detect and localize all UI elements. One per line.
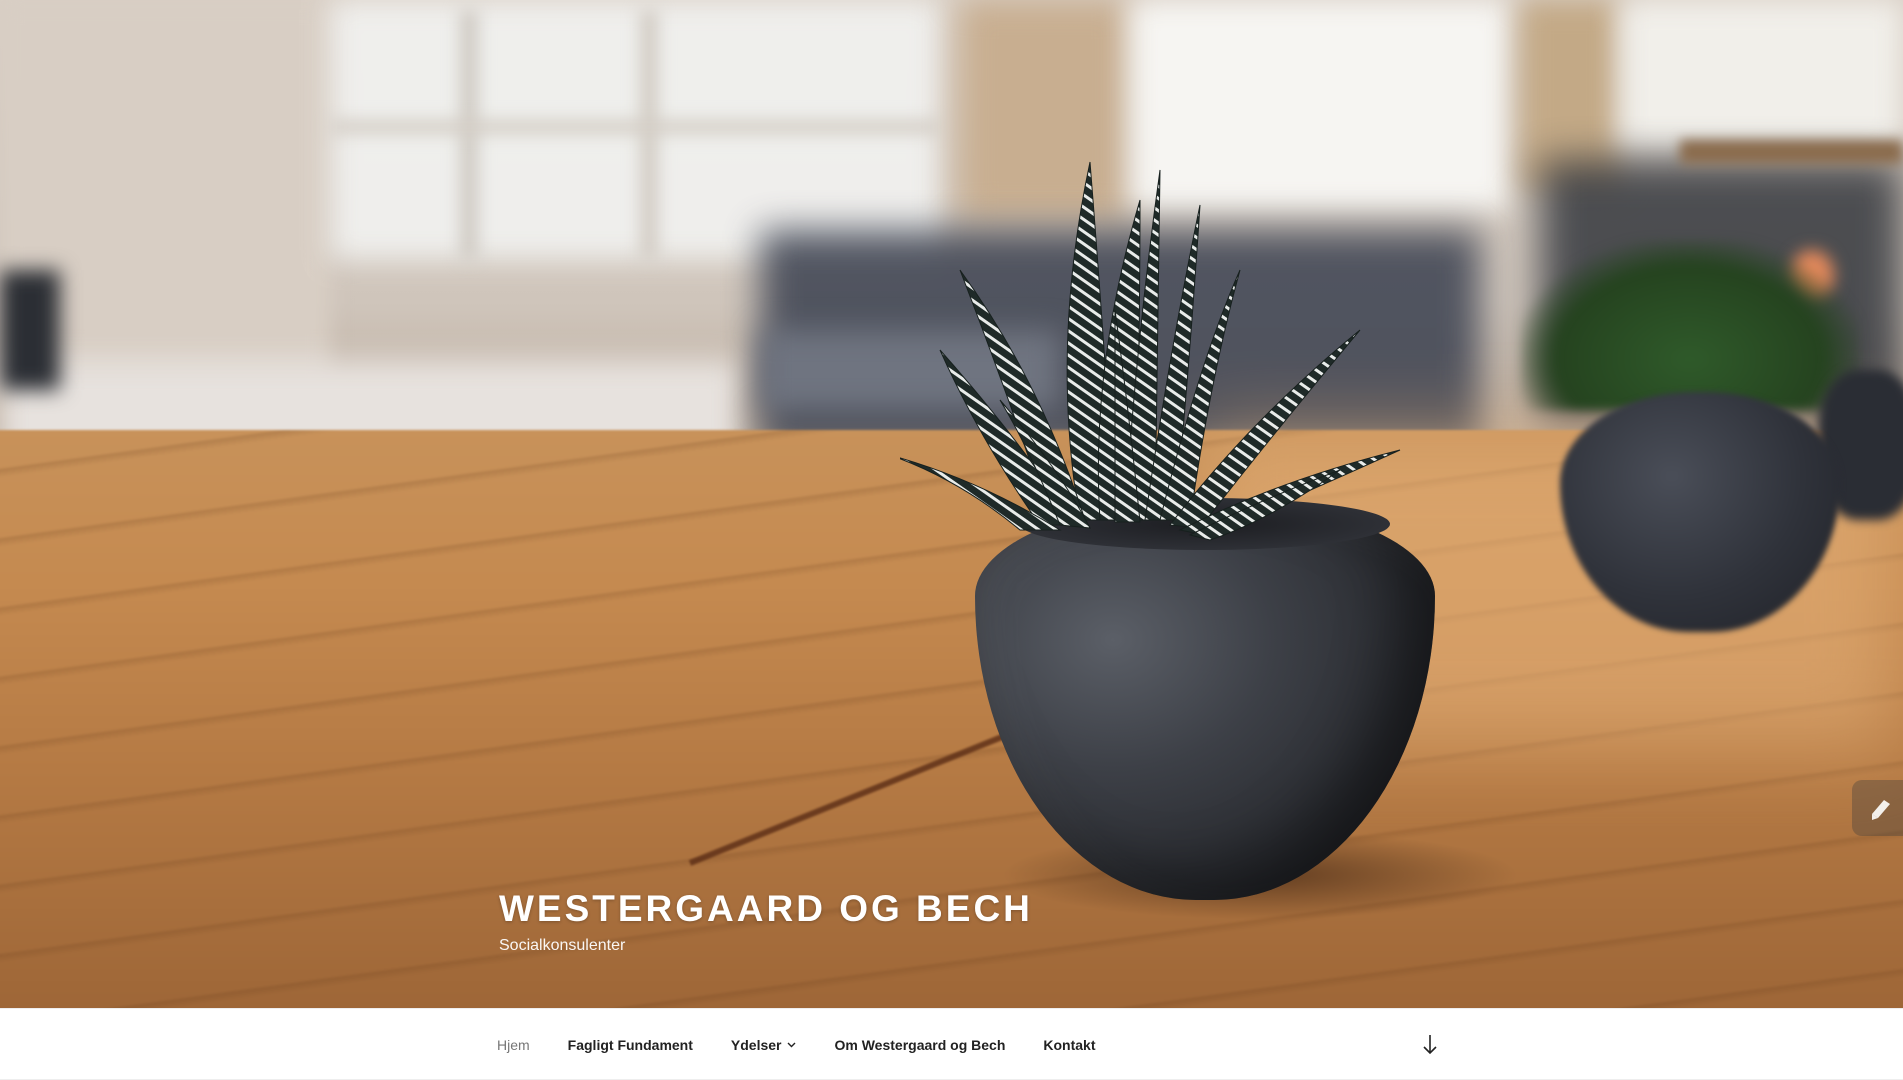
succulent-plant [900, 161, 1401, 541]
pencil-icon [1872, 800, 1890, 820]
site-title[interactable]: WESTERGAARD OG BECH [499, 890, 1033, 927]
nav-item-fagligt-fundament[interactable]: Fagligt Fundament [549, 1037, 712, 1053]
nav-item-label: Fagligt Fundament [567, 1037, 693, 1053]
bg-window-frame [460, 10, 478, 260]
nav-item-label: Om Westergaard og Bech [834, 1037, 1006, 1053]
arrow-down-icon [1423, 1035, 1437, 1055]
site-branding: WESTERGAARD OG BECH Socialkonsulenter [499, 890, 1033, 955]
nav-item-ydelser[interactable]: Ydelser [712, 1037, 816, 1053]
bg-window-frame [640, 10, 658, 260]
nav-item-kontakt[interactable]: Kontakt [1024, 1037, 1114, 1053]
nav-item-hjem[interactable]: Hjem [478, 1037, 549, 1053]
bg-chair [0, 270, 60, 390]
header-hero-image: WESTERGAARD OG BECH Socialkonsulenter [0, 0, 1903, 1008]
background-plant [1520, 240, 1860, 410]
bg-window-frame [330, 120, 940, 134]
main-navigation: Hjem Fagligt Fundament Ydelser Om Wester… [0, 1008, 1903, 1080]
page: WESTERGAARD OG BECH Socialkonsulenter Hj… [0, 0, 1903, 1080]
bg-window [1620, 0, 1903, 150]
site-description: Socialkonsulenter [499, 937, 626, 954]
nav-item-label: Kontakt [1043, 1037, 1096, 1053]
chevron-down-icon [787, 1042, 796, 1048]
nav-item-label: Hjem [497, 1037, 530, 1053]
nav-item-label: Ydelser [730, 1037, 782, 1053]
side-widget-button[interactable] [1852, 780, 1903, 836]
bg-shelf [1680, 140, 1903, 164]
scroll-down-button[interactable] [1418, 1031, 1442, 1059]
nav-item-om-westergaard-og-bech[interactable]: Om Westergaard og Bech [815, 1037, 1024, 1053]
nav-menu: Hjem Fagligt Fundament Ydelser Om Wester… [478, 1009, 1115, 1080]
